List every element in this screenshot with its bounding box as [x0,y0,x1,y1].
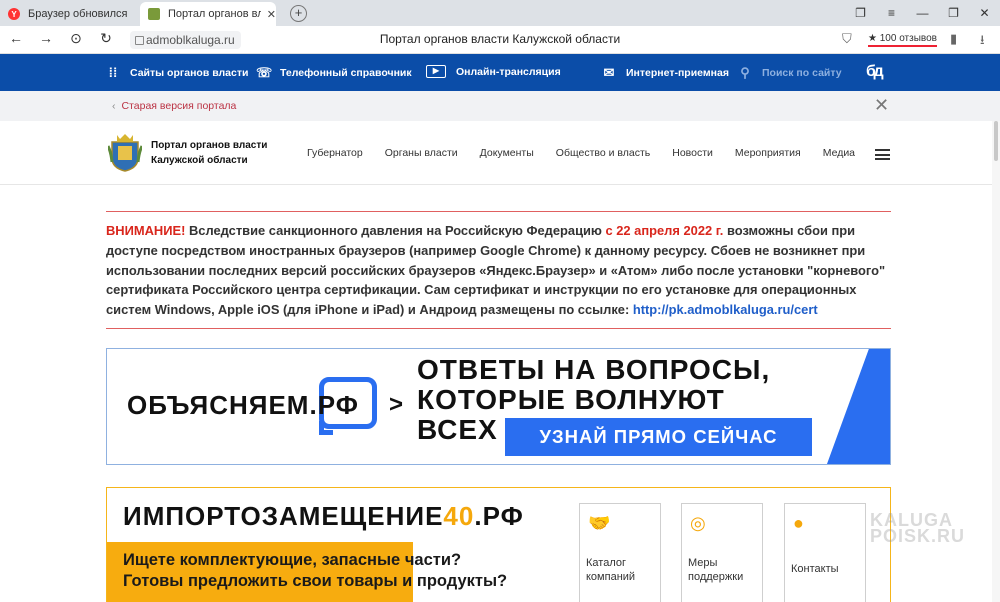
new-tab-button[interactable]: + [290,5,307,22]
mail-icon: ✉ [603,65,615,80]
nav-phonebook[interactable]: ☏ Телефонный справочник [256,65,412,81]
banner-title: ИМПОРТОЗАМЕЩЕНИЕ40.РФ [123,501,524,531]
tab-label: Портал органов власти Калужской области [168,8,261,20]
obyasnyaem-banner[interactable]: ОБЪЯСНЯЕМ.РФ > ОТВЕТЫ НА ВОПРОСЫ, КОТОРЫ… [106,348,891,465]
menu-item-authorities[interactable]: Органы власти [385,147,458,159]
top-navigation: ⁞⁞ Сайты органов власти ☏ Телефонный спр… [0,54,1000,91]
yandex-icon: Y [8,8,20,20]
old-version-link[interactable]: ‹ Старая версия портала [112,100,236,112]
grid-icon: ⁞⁞ [108,65,118,80]
coat-of-arms-logo[interactable] [108,132,142,172]
menu-item-documents[interactable]: Документы [480,147,534,159]
lifebuoy-icon: ◎ [690,513,706,533]
menu-item-news[interactable]: Новости [672,147,713,159]
banner-cta-button[interactable]: УЗНАЙ ПРЯМО СЕЙЧАС [505,418,812,456]
scrollbar-thumb[interactable] [994,121,998,161]
banner-arrow: > [389,391,404,418]
restore-icon[interactable]: ❐ [938,0,969,26]
card-support-measures[interactable]: ◎ Меры поддержки [681,503,763,602]
bookmarks-panel-icon[interactable]: ❐ [845,0,876,26]
sanctions-warning: ВНИМАНИЕ! Вследствие санкционного давлен… [106,211,891,329]
search-icon: ⚲ [740,65,750,80]
address-bar: ← → ⊙ ↻ admoblkaluga.ru Портал органов в… [0,26,1000,54]
banner-question: Ищете комплектующие, запасные части? Гот… [123,551,508,590]
nav-sites[interactable]: ⁞⁞ Сайты органов власти [106,65,249,80]
hamburger-menu-icon[interactable] [875,149,890,160]
tab-portal[interactable]: Портал органов власти Калужской области … [140,2,276,26]
menu-item-governor[interactable]: Губернатор [307,147,363,159]
card-company-catalog[interactable]: 🤝 Каталог компаний [579,503,661,602]
close-icon[interactable]: ✕ [874,95,889,116]
play-icon: ▶ [426,65,446,78]
warning-text: Вследствие санкционного давления на Росс… [185,223,606,238]
minimize-icon[interactable]: — [907,0,938,26]
import-substitution-banner[interactable]: ИМПОРТОЗАМЕЩЕНИЕ40.РФ Ищете комплектующи… [106,487,891,602]
browser-tabstrip: Y Браузер обновился Портал органов власт… [0,0,1000,26]
cert-link[interactable]: http://pk.admoblkaluga.ru/cert [633,302,818,317]
close-window-icon[interactable]: ✕ [969,0,1000,26]
close-tab-icon[interactable]: ✕ [267,8,276,21]
chevron-left-icon: ‹ [112,100,116,112]
main-menu: Губернатор Органы власти Документы Общес… [307,147,877,159]
speech-bubble-tail [319,421,333,435]
lock-icon[interactable]: ⛉ [842,31,852,47]
handshake-icon: 🤝 [588,513,611,533]
warning-date: с 22 апреля 2022 г. [605,223,724,238]
window-controls: ❐ ≡ — ❐ ✕ [845,0,1000,26]
tab-browser-updated[interactable]: Y Браузер обновился [0,2,138,26]
menu-item-media[interactable]: Медиа [823,147,855,159]
decorative-stripe [821,349,890,464]
reviews-badge[interactable]: ★ 100 отзывов [868,32,937,47]
old-version-bar: ‹ Старая версия портала ✕ [0,91,1000,121]
bookmark-icon[interactable]: ▮ [950,31,957,47]
person-icon: ● [793,513,804,533]
page-scrollbar[interactable] [992,121,1000,602]
menu-icon[interactable]: ≡ [876,0,907,26]
banner-brand: ОБЪЯСНЯЕМ.РФ [127,390,359,420]
search-input[interactable]: ⚲ Поиск по сайту [738,65,841,81]
nav-reception[interactable]: ✉ Интернет-приемная [602,65,729,81]
site-name[interactable]: Портал органов власти Калужской области [151,138,267,168]
download-icon[interactable]: ⭳ [980,31,985,53]
crest-favicon-icon [148,8,160,20]
menu-item-society[interactable]: Общество и власть [556,147,650,159]
accessibility-glasses-icon[interactable]: бд [866,63,884,81]
watermark: KALUGA POISK.RU [870,510,966,546]
tab-label: Браузер обновился [28,8,128,20]
warning-attention: ВНИМАНИЕ! [106,223,186,238]
phone-book-icon: ☏ [256,65,273,80]
site-header: Портал органов власти Калужской области … [0,121,1000,185]
card-contacts[interactable]: ● Контакты [784,503,866,602]
nav-broadcast[interactable]: ▶ Онлайн-трансляция [426,65,561,78]
menu-item-events[interactable]: Мероприятия [735,147,801,159]
